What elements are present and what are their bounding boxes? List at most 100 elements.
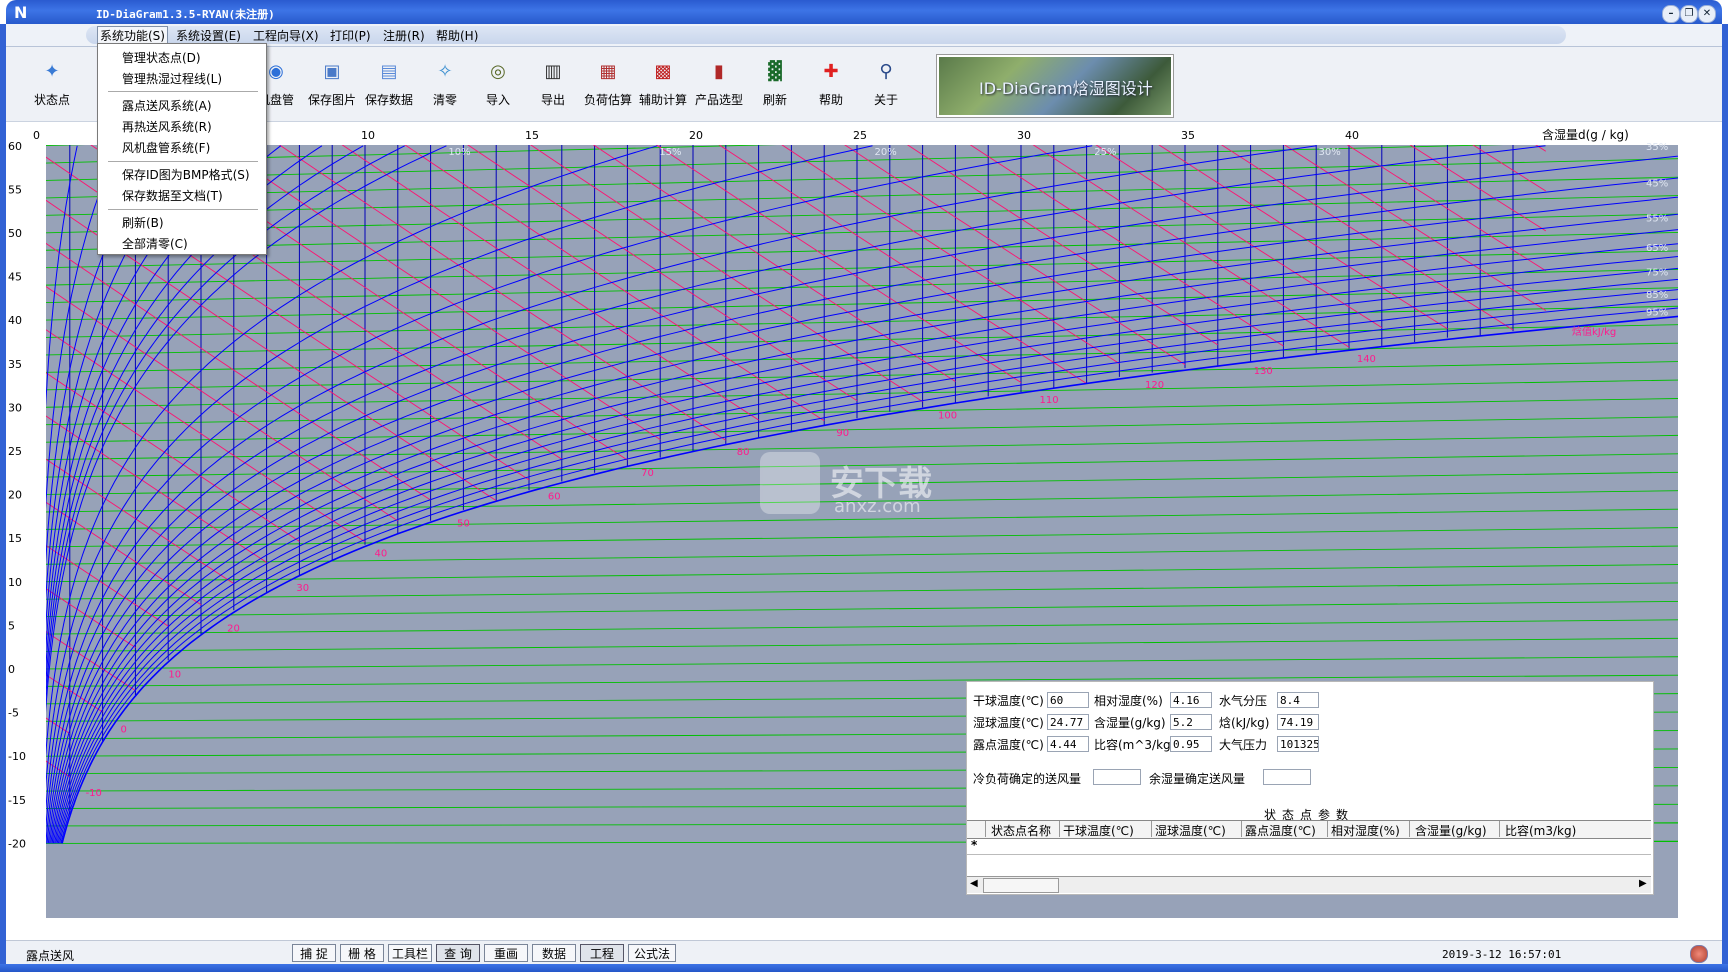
status-formula-toggle[interactable]: 公式法 xyxy=(628,944,676,962)
label-enthalpy: 焓(kJ/kg) xyxy=(1219,716,1270,730)
field-specific-volume[interactable]: 0.95 xyxy=(1170,736,1212,752)
dd-reheat-system[interactable]: 再热送风系统(R) xyxy=(122,118,212,135)
label-specific-volume: 比容(m^3/kg) xyxy=(1094,738,1176,752)
status-timestamp: 2019-3-12 16:57:01 xyxy=(1442,948,1562,961)
field-relative-humidity[interactable]: 4.16 xyxy=(1170,692,1212,708)
col-moisture-content[interactable]: 含湿量(g/kg) xyxy=(1415,822,1487,839)
field-airflow-cooling[interactable] xyxy=(1093,769,1141,785)
col-specific-volume[interactable]: 比容(m3/kg) xyxy=(1505,822,1576,839)
y-tick-label: 35 xyxy=(8,358,22,371)
field-dry-bulb[interactable]: 60 xyxy=(1047,692,1089,708)
scroll-right-arrow-icon[interactable]: ▶ xyxy=(1639,878,1647,889)
enthalpy-label: 80 xyxy=(737,447,750,458)
tool-clear[interactable]: ✧ 清零 xyxy=(417,55,473,117)
y-tick-label: -20 xyxy=(8,837,26,850)
globe-icon[interactable] xyxy=(1690,945,1708,963)
menu-print[interactable]: 打印(P) xyxy=(328,27,373,44)
menu-project-wizard[interactable]: 工程向导(X) xyxy=(251,27,321,44)
enthalpy-unit-label: 焓值kJ/kg xyxy=(1572,325,1616,338)
enthalpy-label: 120 xyxy=(1145,380,1164,391)
field-dew-point[interactable]: 4.44 xyxy=(1047,736,1089,752)
enthalpy-label: 130 xyxy=(1254,366,1273,377)
tool-about[interactable]: ⚲ 关于 xyxy=(858,55,914,117)
col-dry-bulb[interactable]: 干球温度(℃) xyxy=(1063,822,1134,839)
menu-register[interactable]: 注册(R) xyxy=(381,27,427,44)
status-query-toggle[interactable]: 查 询 xyxy=(436,944,480,962)
table-row[interactable]: * xyxy=(967,838,1651,855)
menu-help[interactable]: 帮助(H) xyxy=(434,27,480,44)
grid-column-divider xyxy=(1499,821,1500,837)
clear-icon: ✧ xyxy=(437,61,453,82)
dd-manage-process-lines[interactable]: 管理热湿过程线(L) xyxy=(122,70,222,87)
enthalpy-label: 40 xyxy=(375,548,388,559)
tool-state-point[interactable]: ✦ 状态点 xyxy=(24,55,80,117)
field-vapor-pressure[interactable]: 8.4 xyxy=(1277,692,1319,708)
field-airflow-humidity[interactable] xyxy=(1263,769,1311,785)
grid-column-divider xyxy=(1059,821,1060,837)
enthalpy-label: -10 xyxy=(86,788,102,799)
dd-save-document[interactable]: 保存数据至文档(T) xyxy=(122,187,223,204)
field-atmospheric-pressure[interactable]: 101325 xyxy=(1277,736,1319,752)
rh-label: 75% xyxy=(1646,267,1668,278)
status-project-toggle[interactable]: 工程 xyxy=(580,944,624,962)
y-tick-label: 30 xyxy=(8,401,22,414)
x-tick-label: 20 xyxy=(689,129,703,142)
grid-column-divider xyxy=(1151,821,1152,837)
minimize-button[interactable]: – xyxy=(1662,5,1680,23)
status-grid-toggle[interactable]: 栅 格 xyxy=(340,944,384,962)
col-relative-humidity[interactable]: 相对湿度(%) xyxy=(1331,822,1400,839)
scroll-thumb[interactable] xyxy=(983,878,1059,893)
col-state-name[interactable]: 状态点名称 xyxy=(991,822,1051,839)
tool-auxiliary-calc[interactable]: ▩ 辅助计算 xyxy=(635,55,691,117)
save-data-icon: ▤ xyxy=(380,61,398,82)
label-airflow-cooling: 冷负荷确定的送风量 xyxy=(973,772,1082,786)
field-enthalpy[interactable]: 74.19 xyxy=(1277,714,1319,730)
col-dew-point[interactable]: 露点温度(℃) xyxy=(1245,822,1316,839)
title-bar[interactable]: Ν ID-DiaGram1.3.5-RYAN(未注册) – ❐ ✕ xyxy=(6,0,1722,26)
dd-refresh[interactable]: 刷新(B) xyxy=(122,214,164,231)
dd-save-bmp[interactable]: 保存ID图为BMP格式(S) xyxy=(122,166,250,183)
status-redraw-toggle[interactable]: 重画 xyxy=(484,944,528,962)
tool-label: 导出 xyxy=(540,93,565,107)
tool-label: 清零 xyxy=(432,93,457,107)
restore-button[interactable]: ❐ xyxy=(1680,5,1698,23)
status-data-toggle[interactable]: 数据 xyxy=(532,944,576,962)
dd-manage-state-points[interactable]: 管理状态点(D) xyxy=(122,49,201,66)
status-snap-toggle[interactable]: 捕 捉 xyxy=(292,944,336,962)
dd-dewpoint-system[interactable]: 露点送风系统(A) xyxy=(122,97,212,114)
y-tick-label: -10 xyxy=(8,750,26,763)
window-frame-right xyxy=(1722,24,1728,964)
field-wet-bulb[interactable]: 24.77 xyxy=(1047,714,1089,730)
y-tick-label: 25 xyxy=(8,445,22,458)
status-bar: 露点送风 捕 捉 栅 格 工具栏 查 询 重画 数据 工程 公式法 2019-3… xyxy=(6,940,1722,965)
tool-import[interactable]: ◎ 导入 xyxy=(470,55,526,117)
status-toolbar-toggle[interactable]: 工具栏 xyxy=(388,944,432,962)
refresh-icon: ▓ xyxy=(768,61,782,82)
col-wet-bulb[interactable]: 湿球温度(℃) xyxy=(1155,822,1226,839)
scroll-left-arrow-icon[interactable]: ◀ xyxy=(970,878,978,889)
tool-label: 保存数据 xyxy=(364,93,413,107)
tool-product-select[interactable]: ▮ 产品选型 xyxy=(691,55,747,117)
y-tick-label: 15 xyxy=(8,532,22,545)
y-tick-label: 5 xyxy=(8,619,15,632)
menu-system-settings[interactable]: 系统设置(E) xyxy=(174,27,243,44)
tool-label: 状态点 xyxy=(33,93,70,107)
watermark-subtext: anxz.com xyxy=(834,496,921,517)
auxiliary-calc-icon: ▩ xyxy=(654,61,672,82)
x-tick-label: 40 xyxy=(1345,129,1359,142)
field-moisture-content[interactable]: 5.2 xyxy=(1170,714,1212,730)
tool-export[interactable]: ▥ 导出 xyxy=(525,55,581,117)
tool-load-estimate[interactable]: ▦ 负荷估算 xyxy=(580,55,636,117)
close-button[interactable]: ✕ xyxy=(1698,5,1716,23)
tool-label: 负荷估算 xyxy=(583,93,632,107)
tool-save-data[interactable]: ▤ 保存数据 xyxy=(361,55,417,117)
tool-help[interactable]: ✚ 帮助 xyxy=(803,55,859,117)
dd-clear-all[interactable]: 全部清零(C) xyxy=(122,235,188,252)
tool-refresh[interactable]: ▓ 刷新 xyxy=(747,55,803,117)
banner-text: ID-DiaGram焓湿图设计 xyxy=(979,79,1153,98)
horizontal-scrollbar[interactable]: ◀ ▶ xyxy=(967,876,1651,893)
tool-save-image[interactable]: ▣ 保存图片 xyxy=(304,55,360,117)
label-airflow-humidity: 余湿量确定送风量 xyxy=(1149,772,1246,786)
dd-fancoil-system[interactable]: 风机盘管系统(F) xyxy=(122,139,210,156)
tool-label: 帮助 xyxy=(818,93,843,107)
